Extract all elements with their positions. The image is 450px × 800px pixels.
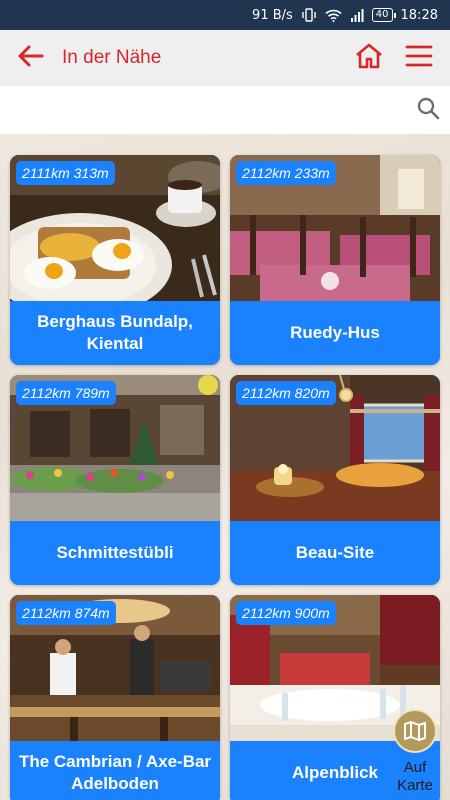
signal-icon	[350, 8, 364, 22]
restaurant-card[interactable]: 2112km 233m Ruedy-Hus	[230, 155, 440, 365]
hamburger-icon	[405, 44, 433, 73]
restaurant-name: Schmittestübli	[10, 521, 220, 585]
distance-badge: 2112km 820m	[236, 381, 336, 405]
distance-badge: 2112km 789m	[16, 381, 116, 405]
restaurant-grid: 2111km 313m Berghaus Bundalp, Kiental 21…	[0, 134, 450, 800]
map-icon	[393, 709, 437, 753]
menu-button[interactable]	[394, 30, 444, 86]
status-bar: 91 B/s 40 18:28	[0, 0, 450, 30]
battery-indicator: 40	[371, 8, 396, 22]
search-input[interactable]	[0, 86, 406, 134]
restaurant-name: The Cambrian / Axe-Bar Adelboden	[10, 741, 220, 800]
search-icon	[416, 96, 440, 125]
distance-badge: 2111km 313m	[16, 161, 115, 185]
network-speed: 91 B/s	[252, 7, 293, 23]
restaurant-card[interactable]: 2112km 874m The Cambrian / Axe-Bar Adelb…	[10, 595, 220, 800]
wifi-icon	[325, 9, 342, 22]
restaurant-name: Beau-Site	[230, 521, 440, 585]
vibrate-icon	[301, 8, 317, 22]
distance-badge: 2112km 874m	[16, 601, 116, 625]
distance-badge: 2112km 900m	[236, 601, 336, 625]
restaurant-card[interactable]: 2112km 789m Schmittestübli	[10, 375, 220, 585]
page-title: In der Nähe	[62, 47, 162, 68]
arrow-left-icon	[16, 44, 44, 73]
restaurant-card[interactable]: 2111km 313m Berghaus Bundalp, Kiental	[10, 155, 220, 365]
search-button[interactable]	[406, 86, 450, 134]
restaurant-name: Ruedy-Hus	[230, 301, 440, 365]
restaurant-card[interactable]: 2112km 820m Beau-Site	[230, 375, 440, 585]
clock: 18:28	[400, 7, 438, 23]
search-bar	[0, 86, 450, 134]
restaurant-name: Berghaus Bundalp, Kiental	[10, 301, 220, 365]
app-bar: In der Nähe	[0, 30, 450, 86]
home-icon	[354, 42, 384, 75]
map-label: Auf Karte	[397, 759, 433, 794]
home-button[interactable]	[344, 30, 394, 86]
show-on-map-button[interactable]: Auf Karte	[388, 707, 442, 800]
back-button[interactable]	[2, 30, 58, 86]
distance-badge: 2112km 233m	[236, 161, 336, 185]
